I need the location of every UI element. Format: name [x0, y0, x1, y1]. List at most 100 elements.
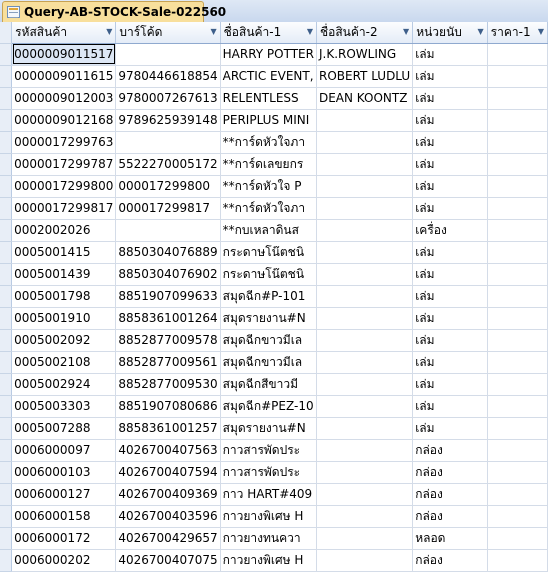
table-cell[interactable]: RELENTLESS	[220, 87, 317, 110]
table-cell[interactable]: 9789625939148	[115, 109, 221, 132]
table-cell[interactable]	[316, 373, 414, 396]
table-cell[interactable]: เล่ม	[412, 285, 488, 308]
table-cell[interactable]: 8852877009561	[115, 351, 221, 374]
table-cell[interactable]: 0005002092	[11, 329, 117, 352]
table-cell[interactable]: กระดาษโน๊ตชนิ	[220, 263, 317, 286]
table-cell[interactable]	[487, 109, 548, 132]
table-cell[interactable]	[316, 329, 414, 352]
table-cell[interactable]: 4026700409369	[115, 483, 221, 506]
table-cell[interactable]: PERIPLUS MINI	[220, 109, 317, 132]
row-selector[interactable]	[0, 65, 13, 88]
row-selector[interactable]	[0, 87, 13, 110]
table-cell[interactable]	[487, 197, 548, 220]
row-selector[interactable]	[0, 329, 13, 352]
table-cell[interactable]: หลอด	[412, 527, 488, 550]
table-cell[interactable]: กระดาษโน๊ตชนิ	[220, 241, 317, 264]
table-cell[interactable]: 0005001910	[11, 307, 117, 330]
table-cell[interactable]: สมุดฉีก#P-101	[220, 285, 317, 308]
row-selector[interactable]	[0, 351, 13, 374]
table-cell[interactable]: สมุดฉีกขาวมีเล	[220, 351, 317, 374]
table-cell[interactable]: 4026700407563	[115, 439, 221, 462]
table-cell[interactable]	[487, 65, 548, 88]
row-selector[interactable]	[0, 373, 13, 396]
table-cell[interactable]	[316, 461, 414, 484]
row-selector[interactable]	[0, 109, 13, 132]
chevron-down-icon[interactable]: ▼	[210, 27, 216, 36]
chevron-down-icon[interactable]: ▼	[478, 27, 484, 36]
table-cell[interactable]	[487, 307, 548, 330]
table-cell[interactable]: 0000017299800	[11, 175, 117, 198]
table-cell[interactable]: เล่ม	[412, 197, 488, 220]
table-cell[interactable]: 0005001798	[11, 285, 117, 308]
table-cell[interactable]: 0006000103	[11, 461, 117, 484]
table-cell[interactable]	[487, 153, 548, 176]
column-header-1[interactable]: รหัสสินค้า ▼	[11, 22, 117, 44]
table-cell[interactable]: เล่ม	[412, 417, 488, 440]
table-cell[interactable]: เล่ม	[412, 153, 488, 176]
row-selector[interactable]	[0, 549, 13, 572]
row-selector[interactable]	[0, 175, 13, 198]
table-cell[interactable]: เล่ม	[412, 43, 488, 66]
table-cell[interactable]: เล่ม	[412, 395, 488, 418]
table-cell[interactable]: 000017299817	[115, 197, 221, 220]
query-tab[interactable]: Query-AB-STOCK-Sale-022560	[2, 1, 226, 22]
table-cell[interactable]: 8850304076889	[115, 241, 221, 264]
table-cell[interactable]	[316, 109, 414, 132]
table-cell[interactable]: เล่ม	[412, 263, 488, 286]
table-cell[interactable]	[487, 549, 548, 572]
table-cell[interactable]	[316, 153, 414, 176]
table-cell[interactable]	[487, 351, 548, 374]
row-selector[interactable]	[0, 505, 13, 528]
table-cell[interactable]	[316, 417, 414, 440]
table-cell[interactable]: เล่ม	[412, 373, 488, 396]
chevron-down-icon[interactable]: ▼	[403, 27, 409, 36]
table-cell[interactable]: 9780446618854	[115, 65, 221, 88]
table-cell[interactable]: HARRY POTTER	[220, 43, 317, 66]
table-cell[interactable]: 0006000202	[11, 549, 117, 572]
table-cell[interactable]: 4026700407075	[115, 549, 221, 572]
table-cell[interactable]	[487, 43, 548, 66]
row-selector[interactable]	[0, 461, 13, 484]
table-cell[interactable]	[316, 505, 414, 528]
table-cell[interactable]: 4026700403596	[115, 505, 221, 528]
column-header-4[interactable]: ชื่อสินค้า-2 ▼	[316, 22, 414, 44]
table-cell[interactable]: สมุดรายงาน#N	[220, 307, 317, 330]
table-cell[interactable]	[487, 395, 548, 418]
table-cell[interactable]: 5522270005172	[115, 153, 221, 176]
table-cell[interactable]	[487, 439, 548, 462]
table-cell[interactable]: DEAN KOONTZ	[316, 87, 414, 110]
table-cell[interactable]	[487, 87, 548, 110]
column-header-2[interactable]: บาร์โค้ด ▼	[115, 22, 221, 44]
table-cell[interactable]	[316, 131, 414, 154]
table-cell[interactable]	[316, 241, 414, 264]
table-cell[interactable]: เล่ม	[412, 329, 488, 352]
chevron-down-icon[interactable]: ▼	[106, 27, 112, 36]
table-cell[interactable]	[316, 197, 414, 220]
table-cell[interactable]: เล่ม	[412, 109, 488, 132]
table-cell[interactable]: 8858361001257	[115, 417, 221, 440]
row-selector[interactable]	[0, 219, 13, 242]
table-cell[interactable]: 0000017299787	[11, 153, 117, 176]
table-cell[interactable]: เล่ม	[412, 307, 488, 330]
table-cell[interactable]: 0005002108	[11, 351, 117, 374]
row-selector[interactable]	[0, 263, 13, 286]
table-cell[interactable]: เครื่อง	[412, 219, 488, 242]
table-cell[interactable]: 4026700429657	[115, 527, 221, 550]
table-cell[interactable]: เล่ม	[412, 131, 488, 154]
table-cell[interactable]: 8851907099633	[115, 285, 221, 308]
table-cell[interactable]: 0005002924	[11, 373, 117, 396]
table-cell[interactable]: กาวยางพิเศษ H	[220, 505, 317, 528]
table-cell[interactable]	[316, 483, 414, 506]
table-cell[interactable]	[316, 219, 414, 242]
table-cell[interactable]	[316, 351, 414, 374]
table-cell[interactable]: 0000017299817	[11, 197, 117, 220]
table-cell[interactable]: **กบเหลาดินส	[220, 219, 317, 242]
table-cell[interactable]: 0005001415	[11, 241, 117, 264]
row-selector[interactable]	[0, 439, 13, 462]
table-cell[interactable]	[487, 263, 548, 286]
table-cell[interactable]: 0000017299763	[11, 131, 117, 154]
table-cell[interactable]: 8851907080686	[115, 395, 221, 418]
table-cell[interactable]: 0000009012003	[11, 87, 117, 110]
table-cell[interactable]: สมุดฉีกสีขาวมี	[220, 373, 317, 396]
column-header-6[interactable]: ราคา-1 ▼	[487, 22, 548, 44]
